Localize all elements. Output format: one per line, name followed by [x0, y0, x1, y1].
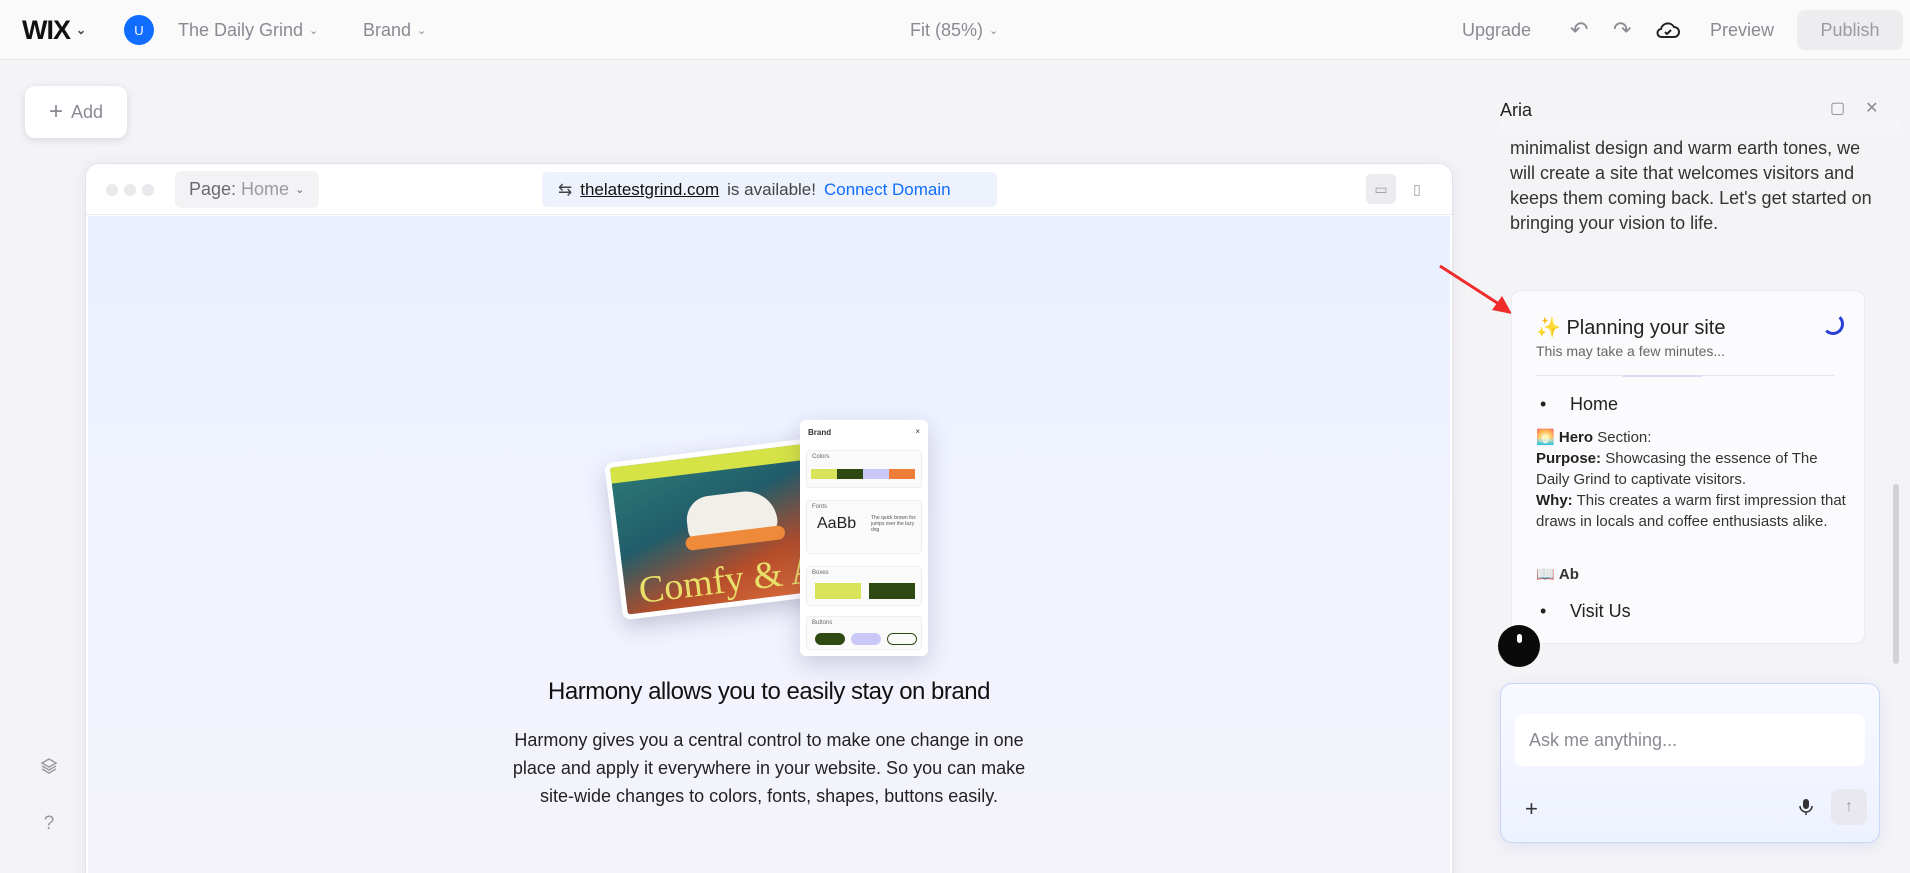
- brand-panel-title: Brand: [808, 428, 832, 437]
- plus-icon[interactable]: +: [1525, 796, 1538, 822]
- fonts-pangram: The quick brown fox jumps over the lazy …: [871, 515, 916, 533]
- link-icon: ⇆: [558, 179, 573, 199]
- page-selector-value: Home: [241, 179, 290, 199]
- fonts-sample: AaBb: [817, 515, 857, 532]
- add-button[interactable]: + Add: [25, 86, 127, 138]
- sparkles-icon: ✨: [1536, 317, 1561, 339]
- why-label: Why:: [1536, 492, 1573, 509]
- mobile-icon[interactable]: ▯: [1402, 174, 1432, 204]
- site-preview-frame: Page: Home ⌄ ⇆ thelatestgrind.com is ava…: [85, 163, 1453, 873]
- progress-accent: [1622, 375, 1702, 377]
- loading-spinner-icon: [1822, 313, 1844, 335]
- mockup-headline: Comfy & A: [636, 548, 820, 612]
- red-arrow-annotation: [1439, 264, 1512, 314]
- about-partial-text: Ab: [1558, 566, 1579, 583]
- avatar[interactable]: U: [124, 0, 154, 60]
- assistant-avatar-icon: [1498, 625, 1540, 667]
- ask-input[interactable]: [1515, 714, 1865, 766]
- canvas: Comfy & A Brand × Colors Fonts AaBb The …: [88, 216, 1450, 873]
- plan-hero-section: 🌅 Hero Section: Purpose: Showcasing the …: [1536, 427, 1846, 532]
- book-icon: 📖: [1536, 566, 1555, 583]
- connect-domain-link[interactable]: Connect Domain: [824, 180, 951, 200]
- preview-button[interactable]: Preview: [1710, 0, 1774, 60]
- hero-suffix: Section:: [1597, 429, 1652, 446]
- chevron-down-icon: ⌄: [76, 23, 86, 37]
- wix-logo-menu[interactable]: WIX ⌄: [22, 0, 86, 60]
- plus-icon: +: [48, 98, 63, 125]
- send-arrow-icon[interactable]: ↑: [1831, 789, 1867, 825]
- page-selector[interactable]: Page: Home ⌄: [175, 171, 319, 208]
- assistant-title: Aria: [1500, 100, 1533, 120]
- domain-url[interactable]: thelatestgrind.com: [580, 180, 719, 200]
- avatar-initial: U: [124, 15, 154, 45]
- chevron-down-icon: ⌄: [989, 24, 999, 37]
- close-icon: ×: [915, 427, 920, 436]
- hero-label: Hero: [1558, 429, 1594, 446]
- assistant-header-actions: ▢ ✕: [1830, 98, 1879, 118]
- window-dots: [106, 184, 154, 196]
- chevron-down-icon: ⌄: [309, 24, 319, 37]
- boxes-label: Boxes: [812, 570, 829, 576]
- close-icon[interactable]: ✕: [1865, 98, 1878, 118]
- fonts-label: Fonts: [812, 504, 828, 510]
- brand-menu[interactable]: Brand ⌄: [363, 0, 426, 60]
- plan-about-item: 📖 Ab: [1536, 565, 1579, 583]
- upgrade-button[interactable]: Upgrade: [1462, 0, 1531, 60]
- plan-title: ✨ Planning your site: [1536, 315, 1725, 340]
- plan-page-visit-us: Visit Us: [1570, 601, 1631, 621]
- redo-icon[interactable]: ↷: [1613, 0, 1631, 60]
- layers-icon[interactable]: [39, 756, 59, 782]
- chevron-down-icon: ⌄: [417, 24, 427, 37]
- frame-toolbar: Page: Home ⌄ ⇆ thelatestgrind.com is ava…: [86, 164, 1452, 215]
- chat-composer: + ↑: [1500, 683, 1880, 843]
- device-switcher: ▭ ▯: [1366, 174, 1432, 204]
- wix-logo: WIX: [22, 14, 71, 45]
- why-text: This creates a warm first impression tha…: [1536, 492, 1846, 530]
- assistant-message: minimalist design and warm earth tones, …: [1510, 138, 1872, 233]
- colors-label: Colors: [812, 454, 830, 460]
- plan-title-text: Planning your site: [1566, 317, 1726, 339]
- purpose-label: Purpose:: [1536, 450, 1602, 467]
- microphone-icon[interactable]: [1799, 798, 1813, 821]
- plan-page-home: Home: [1570, 394, 1619, 414]
- desktop-icon[interactable]: ▭: [1366, 174, 1396, 204]
- undo-icon[interactable]: ↶: [1570, 0, 1588, 60]
- brand-panel-mockup: Brand × Colors Fonts AaBb The quick brow…: [800, 420, 928, 656]
- add-button-label: Add: [70, 101, 104, 122]
- harmony-description: Harmony gives you a central control to m…: [512, 730, 1026, 806]
- plan-page-item: Home: [1540, 394, 1618, 415]
- assistant-scrollbar[interactable]: [1893, 484, 1899, 664]
- help-icon[interactable]: ?: [44, 813, 55, 835]
- chat-icon[interactable]: ▢: [1830, 98, 1845, 118]
- plan-card: ✨ Planning your site This may take a few…: [1511, 290, 1865, 644]
- message-fade: [1500, 120, 1900, 142]
- brand-menu-label: Brand: [363, 19, 412, 40]
- plan-page-item: Visit Us: [1540, 601, 1631, 622]
- page-selector-label: Page:: [189, 179, 237, 199]
- harmony-headline: Harmony allows you to easily stay on bra…: [548, 678, 990, 705]
- chevron-down-icon: ⌄: [295, 184, 305, 196]
- zoom-menu[interactable]: Fit (85%) ⌄: [910, 0, 998, 60]
- sunrise-icon: 🌅: [1536, 429, 1555, 446]
- left-rail: ?: [20, 740, 78, 850]
- publish-button[interactable]: Publish: [1797, 10, 1903, 50]
- site-name-menu[interactable]: The Daily Grind ⌄: [178, 0, 318, 60]
- site-name: The Daily Grind: [178, 19, 304, 40]
- domain-status: is available!: [727, 179, 816, 199]
- top-bar: WIX ⌄ U The Daily Grind ⌄ Brand ⌄ Fit (8…: [0, 0, 1910, 60]
- plan-subtitle: This may take a few minutes...: [1536, 343, 1726, 359]
- buttons-label: Buttons: [812, 620, 833, 626]
- domain-banner: ⇆ thelatestgrind.com is available! Conne…: [542, 172, 997, 207]
- cloud-save-icon[interactable]: [1656, 0, 1680, 60]
- zoom-label: Fit (85%): [910, 19, 984, 40]
